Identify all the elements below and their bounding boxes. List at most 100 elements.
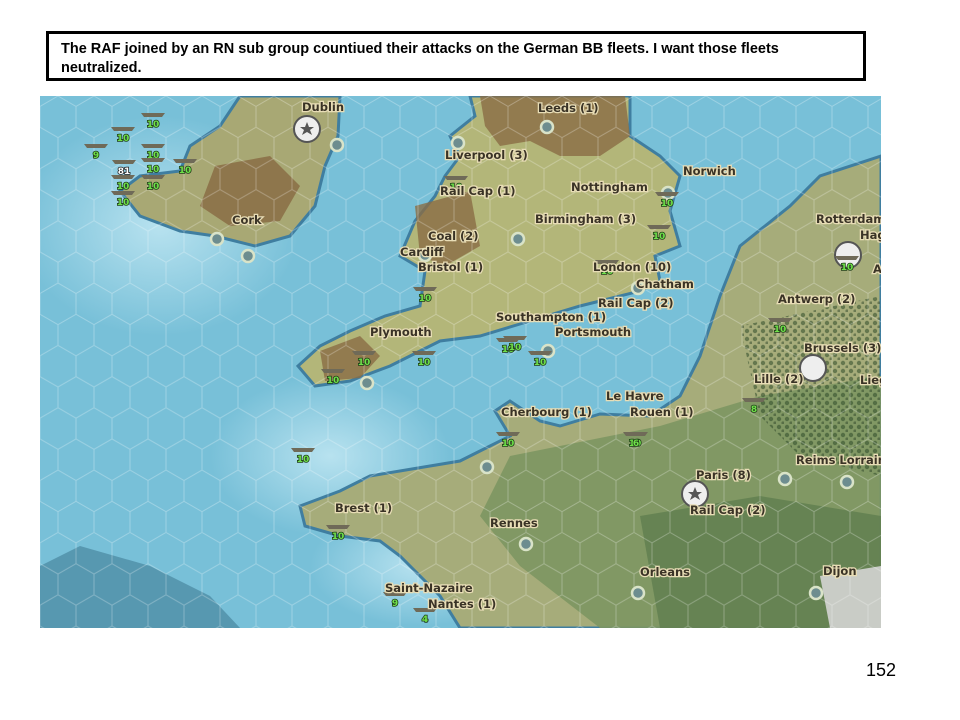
unit-icon (624, 432, 648, 436)
unit-icon (141, 144, 165, 148)
city-marker[interactable] (777, 471, 793, 487)
unit-icon (768, 318, 792, 322)
unit-strength: 10 (117, 182, 130, 192)
unit-icon (141, 175, 165, 179)
city-label: Chatham (636, 277, 694, 291)
unit-strength: 10 (509, 343, 522, 353)
unit-icon (84, 144, 108, 148)
capital-marker[interactable] (293, 115, 321, 143)
map-canvas[interactable]: 10109 10811010101010101010101010101010101… (40, 96, 881, 628)
caption-box: The RAF joined by an RN sub group counti… (46, 31, 866, 81)
city-label: Dijon (823, 564, 857, 578)
city-label: Southampton (1) (496, 310, 606, 324)
unit-icon (412, 351, 436, 355)
city-label: Brussels (3) (804, 341, 881, 355)
city-label: Birmingham (3) (535, 212, 636, 226)
caption-text: The RAF joined by an RN sub group counti… (61, 41, 779, 76)
unit-strength: 10 (147, 165, 160, 175)
city-marker[interactable] (329, 137, 345, 153)
unit-strength: 10 (419, 294, 432, 304)
unit-icon (173, 159, 197, 163)
unit-strength: 10 (841, 263, 854, 273)
unit-strength: 6 (633, 439, 639, 449)
unit-strength: 9 (93, 151, 99, 161)
unit-strength: 10 (534, 358, 547, 368)
unit-strength: 10 (297, 455, 310, 465)
unit-strength: 10 (147, 182, 160, 192)
unit-icon (326, 525, 350, 529)
capital-marker[interactable] (799, 354, 827, 382)
city-marker[interactable] (359, 375, 375, 391)
city-label: Ar (873, 262, 881, 276)
city-label: Liege ( (860, 373, 881, 387)
unit-icon (503, 336, 527, 340)
city-label: Nantes (1) (428, 597, 496, 611)
city-label: Paris (8) (696, 468, 751, 482)
city-label: Lille (2) (754, 372, 803, 386)
city-label: Plymouth (370, 325, 432, 339)
city-label: Rouen (1) (630, 405, 693, 419)
city-label: Coal (2) (428, 229, 479, 243)
city-marker[interactable] (539, 119, 555, 135)
unit-icon (444, 176, 468, 180)
city-marker[interactable] (479, 459, 495, 475)
unit-strength: 9 (392, 599, 398, 609)
unit-icon (528, 351, 552, 355)
unit-strength: 10 (117, 198, 130, 208)
city-label: Rail Cap (2) (690, 503, 765, 517)
unit-strength: 10 (179, 166, 192, 176)
unit-icon (111, 127, 135, 131)
unit-strength: 10 (502, 439, 515, 449)
unit-strength: 10 (661, 199, 674, 209)
unit-strength: 10 (418, 358, 431, 368)
unit-strength: 8 (751, 405, 757, 415)
unit-strength: 10 (147, 120, 160, 130)
unit-strength: 10 (117, 134, 130, 144)
city-label: Le Havre (606, 389, 664, 403)
unit-icon (112, 160, 136, 164)
unit-strength: 4 (422, 615, 428, 625)
unit-icon (352, 351, 376, 355)
city-marker[interactable] (518, 536, 534, 552)
city-label: Cardiff (400, 245, 444, 259)
unit-strength: 10 (774, 325, 787, 335)
city-label: Norwich (683, 164, 736, 178)
unit-icon (321, 369, 345, 373)
unit-icon (141, 113, 165, 117)
city-label: Rennes (490, 516, 538, 530)
unit-icon (647, 225, 671, 229)
unit-icon (742, 398, 766, 402)
unit-strength: 10 (327, 376, 340, 386)
city-label: Bristol (1) (418, 260, 483, 274)
city-label: Rail Cap (2) (598, 296, 673, 310)
city-label: Leeds (1) (538, 101, 599, 115)
game-map[interactable]: 10 10 9 10 81 10 10 10 10 10 10 10 10 10 10 10 10 10 10 10 1… (40, 96, 881, 628)
city-label: London (10) (593, 260, 671, 274)
unit-icon (111, 175, 135, 179)
city-label: Antwerp (2) (778, 292, 855, 306)
city-label: Rotterdam (816, 212, 881, 226)
unit-icon (496, 432, 520, 436)
city-label: Nottingham (571, 180, 648, 194)
city-marker[interactable] (510, 231, 526, 247)
city-marker[interactable] (808, 585, 824, 601)
city-marker[interactable] (240, 248, 256, 264)
city-label: Reims Lorraine (5) (796, 453, 881, 467)
city-label: Cork (232, 213, 262, 227)
unit-strength: 10 (358, 358, 371, 368)
city-label: Hague (5) (860, 228, 881, 242)
city-label: Saint-Nazaire (385, 581, 473, 595)
city-marker[interactable] (839, 474, 855, 490)
unit-icon (655, 192, 679, 196)
city-label: Cherbourg (1) (501, 405, 592, 419)
city-label: Dublin (302, 100, 344, 114)
city-marker[interactable] (630, 585, 646, 601)
city-label: Liverpool (3) (445, 148, 528, 162)
city-label: Portsmouth (555, 325, 631, 339)
city-marker[interactable] (209, 231, 225, 247)
page-number: 152 (866, 660, 897, 680)
hex-grid (40, 96, 881, 628)
city-label: Orleans (640, 565, 690, 579)
unit-icon (291, 448, 315, 452)
city-label: Brest (1) (335, 501, 392, 515)
